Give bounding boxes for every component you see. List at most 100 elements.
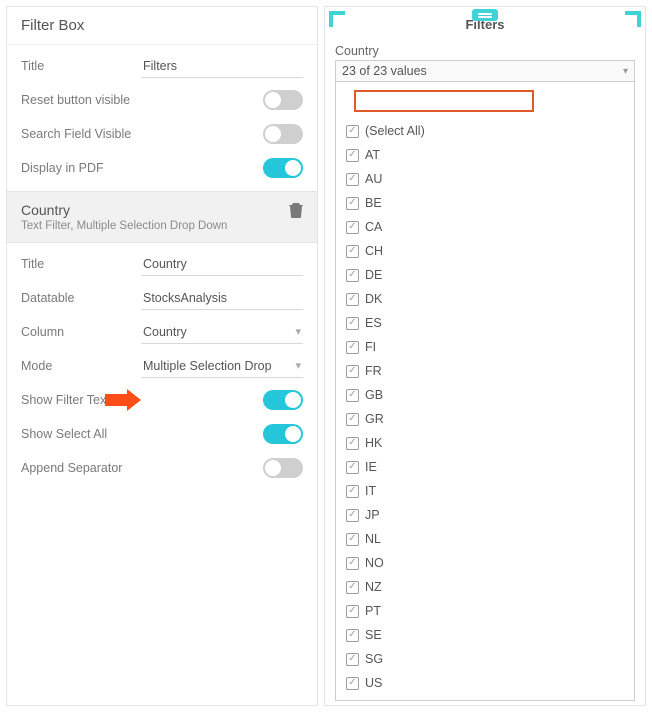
datatable-input[interactable]	[141, 287, 303, 310]
show-select-all-label: Show Select All	[21, 427, 141, 441]
column-select-value: Country	[143, 325, 187, 339]
country-option[interactable]: ✓IE	[346, 456, 634, 478]
checkbox-icon: ✓	[346, 629, 359, 642]
country-title-label: Title	[21, 257, 141, 271]
country-option-label: BE	[365, 192, 382, 214]
country-option[interactable]: ✓ DK	[346, 288, 634, 310]
country-option[interactable]: ✓ FR	[346, 360, 634, 382]
chevron-down-icon: ▾	[623, 66, 628, 77]
title-input[interactable]	[141, 55, 303, 78]
filter-box-panel: Filter Box Title Reset button visible Se…	[6, 6, 318, 706]
checkbox-icon: ✓	[346, 389, 359, 402]
country-option-label: HK	[365, 432, 382, 454]
country-option-label: GR	[365, 408, 384, 430]
country-option[interactable]: ✓ CA	[346, 216, 634, 238]
country-option-label: CA	[365, 216, 382, 238]
country-option[interactable]: ✓ DE	[346, 264, 634, 286]
column-select[interactable]: Country ▾	[141, 321, 303, 344]
checkbox-icon: ✓	[346, 509, 359, 522]
display-pdf-label: Display in PDF	[21, 161, 141, 175]
country-option-label: DK	[365, 288, 382, 310]
show-select-all-toggle[interactable]	[263, 424, 303, 444]
country-option-label: AT	[365, 144, 380, 166]
country-option[interactable]: ✓IT	[346, 480, 634, 502]
country-option[interactable]: ✓ ES	[346, 312, 634, 334]
checkbox-icon: ✓	[346, 245, 359, 258]
checkbox-icon: ✓	[346, 125, 359, 138]
search-visible-label: Search Field Visible	[21, 127, 141, 141]
country-option[interactable]: ✓ NO	[346, 552, 634, 574]
checkbox-icon: ✓	[346, 413, 359, 426]
country-option-label: NL	[365, 528, 381, 550]
select-all-item[interactable]: ✓ (Select All)	[346, 120, 634, 142]
country-option-label: AU	[365, 168, 382, 190]
country-option[interactable]: ✓JP	[346, 504, 634, 526]
select-all-label: (Select All)	[365, 120, 425, 142]
country-field-label: Country	[335, 44, 635, 58]
country-option-label: FR	[365, 360, 382, 382]
country-option[interactable]: ✓ GR	[346, 408, 634, 430]
country-option[interactable]: ✓ AU	[346, 168, 634, 190]
title-label: Title	[21, 59, 141, 73]
panel-title: Filter Box	[7, 7, 317, 45]
checkbox-icon: ✓	[346, 149, 359, 162]
country-option[interactable]: ✓ PT	[346, 600, 634, 622]
checkbox-icon: ✓	[346, 581, 359, 594]
checkbox-icon: ✓	[346, 365, 359, 378]
country-option[interactable]: ✓ BE	[346, 192, 634, 214]
mode-select[interactable]: Multiple Selection Drop ▾	[141, 355, 303, 378]
country-option-label: NZ	[365, 576, 382, 598]
country-combo[interactable]: 23 of 23 values ▾	[335, 60, 635, 82]
checkbox-icon: ✓	[346, 605, 359, 618]
country-option-label: NO	[365, 552, 384, 574]
append-separator-toggle[interactable]	[263, 458, 303, 478]
country-option[interactable]: ✓ NZ	[346, 576, 634, 598]
country-option[interactable]: ✓ US	[346, 672, 634, 694]
checkbox-icon: ✓	[346, 533, 359, 546]
country-option-label: SE	[365, 624, 382, 646]
chevron-down-icon: ▾	[295, 359, 301, 372]
mode-label: Mode	[21, 359, 141, 373]
show-filter-textbox-toggle[interactable]	[263, 390, 303, 410]
country-option[interactable]: ✓ AT	[346, 144, 634, 166]
checkbox-icon: ✓	[346, 317, 359, 330]
country-option-label: SG	[365, 648, 383, 670]
country-option-label: PT	[365, 600, 381, 622]
filter-section-subtitle: Text Filter, Multiple Selection Drop Dow…	[21, 220, 289, 232]
datatable-label: Datatable	[21, 291, 141, 305]
country-option-label: FI	[365, 336, 376, 358]
reset-visible-toggle[interactable]	[263, 90, 303, 110]
display-pdf-toggle[interactable]	[263, 158, 303, 178]
checkbox-icon: ✓	[346, 293, 359, 306]
checkbox-icon: ✓	[346, 197, 359, 210]
country-option[interactable]: ✓ NL	[346, 528, 634, 550]
filter-search-input[interactable]	[354, 90, 534, 112]
filter-section-title: Country	[21, 202, 289, 218]
country-option[interactable]: ✓ CH	[346, 240, 634, 262]
selection-corner-icon	[625, 11, 641, 27]
checkbox-icon: ✓	[346, 653, 359, 666]
checkbox-icon: ✓	[346, 557, 359, 570]
checkbox-icon: ✓	[346, 173, 359, 186]
country-option-label: CH	[365, 240, 383, 262]
checkbox-icon: ✓	[346, 221, 359, 234]
checkbox-icon: ✓	[346, 341, 359, 354]
checkbox-icon: ✓	[346, 269, 359, 282]
country-option[interactable]: ✓ HK	[346, 432, 634, 454]
country-option[interactable]: ✓GB	[346, 384, 634, 406]
checkbox-icon: ✓	[346, 437, 359, 450]
search-visible-toggle[interactable]	[263, 124, 303, 144]
country-option[interactable]: ✓ SG	[346, 648, 634, 670]
drag-handle-icon[interactable]	[472, 9, 498, 21]
chevron-down-icon: ▾	[295, 325, 301, 338]
country-option[interactable]: ✓ FI	[346, 336, 634, 358]
checkbox-icon: ✓	[346, 461, 359, 474]
country-option-label: ES	[365, 312, 382, 334]
country-title-input[interactable]	[141, 253, 303, 276]
country-option[interactable]: ✓ SE	[346, 624, 634, 646]
country-option-label: US	[365, 672, 382, 694]
country-option-label: DE	[365, 264, 382, 286]
trash-icon[interactable]	[289, 202, 303, 221]
callout-arrow-icon	[105, 389, 141, 411]
checkbox-icon: ✓	[346, 677, 359, 690]
